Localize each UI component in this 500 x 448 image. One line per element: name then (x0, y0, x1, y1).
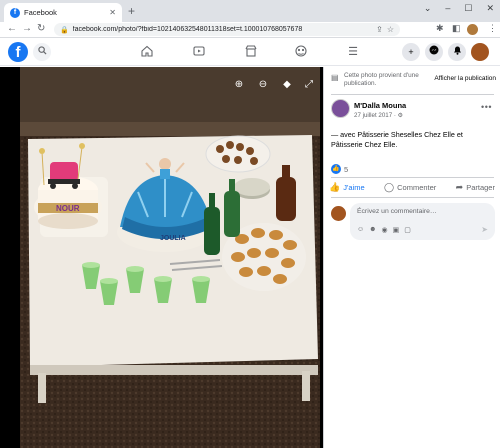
lock-icon[interactable]: 🔒 (60, 26, 69, 34)
commenter-avatar[interactable] (331, 206, 346, 221)
share-icon[interactable]: ⇪ (376, 25, 383, 34)
create-icon[interactable]: + (402, 43, 420, 61)
fullscreen-icon[interactable]: ⤢ (302, 78, 316, 92)
post-actions: 👍 J'aime ◯ Commenter ➦ Partager (329, 182, 495, 193)
facebook-logo-icon[interactable]: f (8, 42, 28, 62)
window-controls: ⌄ – ☐ ✕ (424, 3, 494, 14)
watch-icon[interactable] (192, 45, 206, 59)
send-icon[interactable]: ➤ (481, 225, 488, 234)
chevron-down-icon[interactable]: ⌄ (424, 3, 432, 14)
back-icon[interactable]: ← (7, 23, 17, 34)
divider (331, 94, 494, 95)
view-post-button[interactable]: Afficher la publication (434, 75, 496, 82)
minimize-icon[interactable]: – (445, 3, 450, 14)
maximize-icon[interactable]: ☐ (464, 3, 472, 14)
comment-button[interactable]: ◯ Commenter (384, 182, 436, 193)
reload-icon[interactable]: ↻ (37, 23, 45, 34)
reactions-summary[interactable]: 👍 5 (331, 164, 348, 174)
author-avatar[interactable] (331, 99, 350, 118)
home-icon[interactable] (140, 45, 154, 59)
cake-tag-joulia: JOULIA (160, 235, 186, 242)
like-reaction-icon: 👍 (331, 164, 341, 174)
info-icon: ▤ (331, 73, 339, 82)
zoom-in-icon[interactable]: ⊕ (232, 78, 246, 92)
tag-icon[interactable]: ◆ (280, 78, 294, 92)
facebook-header: f ☰ + (0, 38, 500, 66)
facebook-favicon-icon: f (10, 7, 20, 18)
close-window-icon[interactable]: ✕ (486, 3, 494, 14)
url-field[interactable]: 🔒 facebook.com/photo/?fbid=1021406325480… (54, 23, 400, 36)
camera-icon[interactable]: ◉ (382, 226, 388, 234)
browser-tab[interactable]: f Facebook ✕ (4, 3, 122, 22)
cake-tag-nour: NOUR (56, 204, 80, 213)
divider (331, 177, 494, 178)
share-label: Partager (466, 183, 495, 192)
divider (331, 197, 494, 198)
address-bar-row: ← → ↻ 🔒 facebook.com/photo/?fbid=1021406… (0, 22, 500, 38)
post-caption: — avec Pâtisserie Sheselles Chez Elle et… (331, 130, 463, 149)
reaction-count: 5 (344, 164, 349, 174)
photo-source-notice: ▤ Cette photo provient d'une publication… (331, 71, 496, 93)
marketplace-icon[interactable] (244, 45, 258, 59)
star-icon[interactable]: ☆ (387, 25, 394, 34)
tab-title: Facebook (24, 8, 57, 17)
share-button[interactable]: ➦ Partager (456, 182, 495, 193)
groups-icon[interactable] (294, 45, 308, 59)
comment-tools: ☺ ☻ ◉ ▣ ▢ (357, 226, 411, 234)
sticker-icon[interactable]: ▢ (404, 226, 411, 234)
more-icon[interactable]: ⋮ (488, 23, 497, 34)
comment-input[interactable]: Écrivez un commentaire… ☺ ☻ ◉ ▣ ▢ ➤ (350, 203, 495, 240)
post-photo[interactable]: NOUR JOULIA (20, 67, 320, 448)
emoji-icon[interactable]: ☻ (369, 226, 376, 234)
comment-label: Commenter (397, 183, 437, 192)
notifications-bell-icon[interactable] (448, 43, 466, 61)
extensions-icon[interactable]: ✱ (436, 23, 444, 34)
messenger-icon[interactable] (425, 43, 443, 61)
post-date[interactable]: 27 juillet 2017 · ⚙ (354, 112, 403, 119)
browser-tabbar: f Facebook ✕ + ⌄ – ☐ ✕ (0, 0, 500, 22)
like-label: J'aime (343, 183, 365, 192)
avatar-sticker-icon[interactable]: ☺ (357, 226, 364, 234)
thumbs-up-icon: 👍 (329, 182, 341, 192)
new-tab-icon[interactable]: + (128, 4, 135, 18)
zoom-out-icon[interactable]: ⊖ (256, 78, 270, 92)
comment-placeholder: Écrivez un commentaire… (357, 208, 437, 215)
menu-icon[interactable]: ☰ (346, 45, 360, 59)
account-avatar-icon[interactable] (471, 43, 489, 61)
notice-text: Cette photo provient d'une publication. (344, 72, 419, 87)
forward-icon[interactable]: → (22, 23, 32, 34)
tab-close-icon[interactable]: ✕ (109, 8, 116, 17)
like-button[interactable]: 👍 J'aime (329, 182, 365, 193)
search-icon[interactable] (33, 43, 51, 61)
url-text: facebook.com/photo/?fbid=102140632548011… (72, 26, 303, 33)
comment-icon: ◯ (384, 182, 395, 192)
author-name[interactable]: M'Dalla Mouna (354, 101, 406, 110)
post-side-panel: ▤ Cette photo provient d'une publication… (323, 67, 500, 448)
profile-avatar-icon[interactable] (467, 24, 478, 35)
sidebar-icon[interactable]: ◧ (452, 23, 461, 34)
share-arrow-icon: ➦ (455, 182, 464, 192)
gif-icon[interactable]: ▣ (393, 226, 400, 234)
more-options-icon[interactable]: ••• (481, 102, 492, 112)
